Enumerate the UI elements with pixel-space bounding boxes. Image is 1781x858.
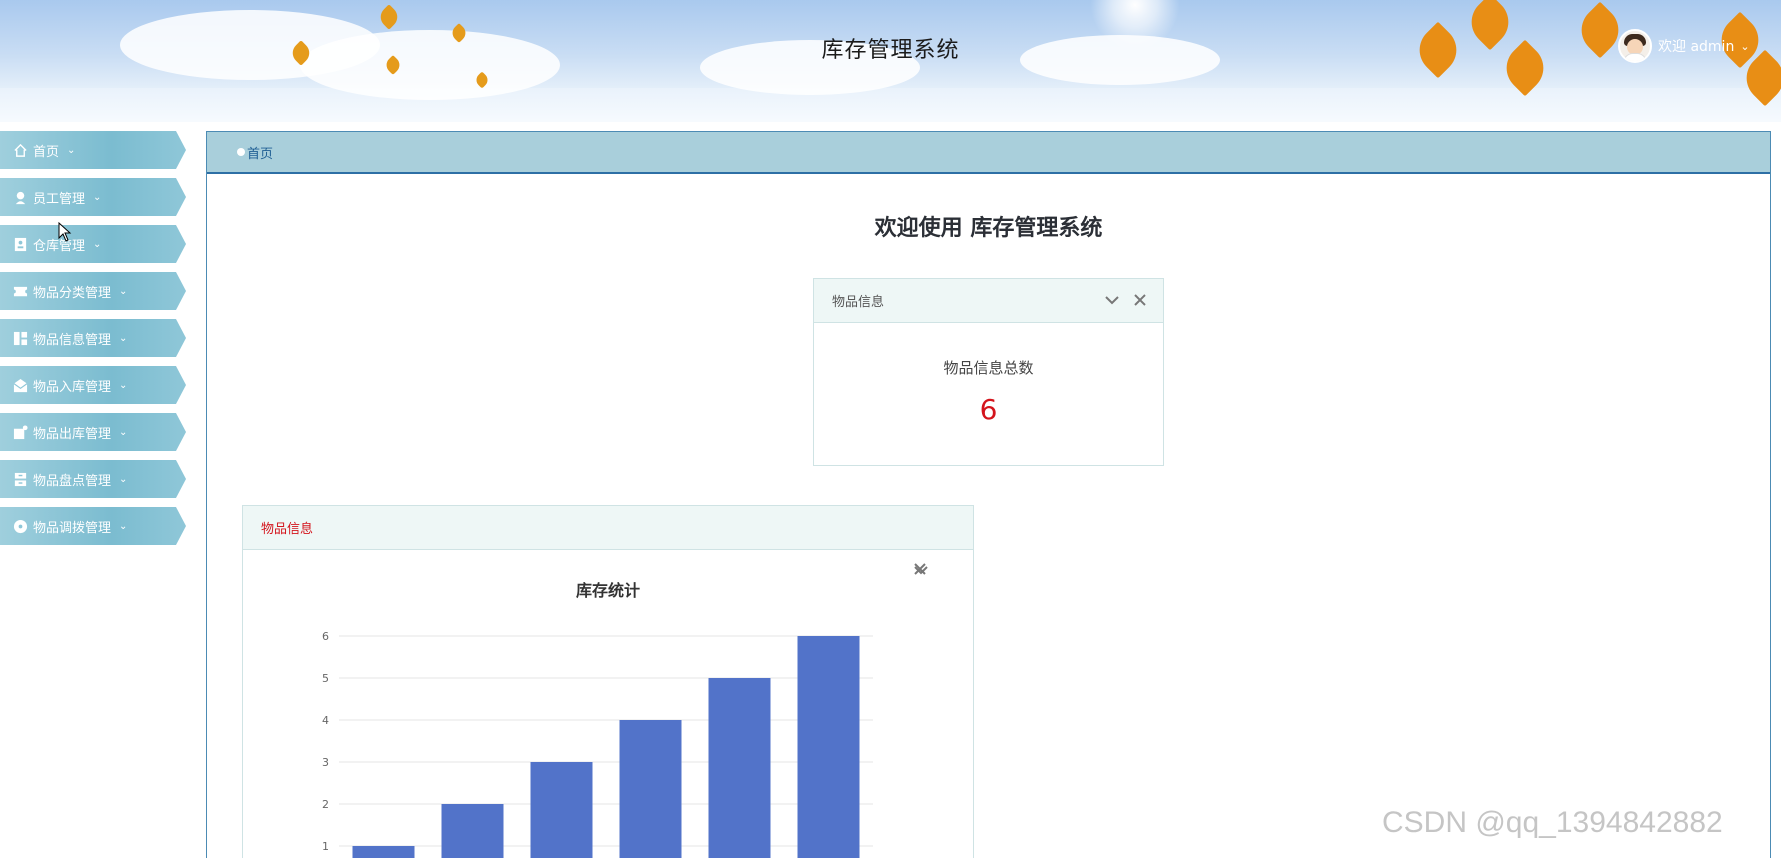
chevron-down-icon: ⌄	[119, 473, 128, 485]
mouse-cursor-icon	[58, 222, 72, 242]
user-menu[interactable]: 欢迎 admin ⌄	[1618, 28, 1750, 64]
card-header: 物品信息	[814, 279, 1163, 323]
chevron-down-icon: ⌄	[93, 191, 102, 203]
y-tick-label: 6	[322, 630, 329, 643]
home-icon	[12, 142, 28, 158]
breadcrumb: 首页	[207, 132, 1770, 174]
y-tick-label: 4	[322, 714, 329, 727]
sidebar-item-goods-info[interactable]: 物品信息管理 ⌄	[0, 319, 186, 357]
chart-bar[interactable]	[708, 678, 771, 858]
card-header: 物品信息	[243, 506, 973, 575]
sidebar-item-label: 物品分类管理	[33, 285, 112, 301]
y-tick-label: 2	[322, 798, 329, 811]
mail-icon	[12, 377, 28, 393]
count-label: 物品信息总数	[943, 359, 1034, 377]
chart-bar[interactable]	[797, 636, 860, 858]
sidebar-item-label: 物品出库管理	[33, 426, 112, 442]
card-title: 物品信息	[832, 295, 885, 310]
chevron-down-icon: ⌄	[67, 144, 76, 156]
bar-chart: 库存统计 1 2 3 4 5 6	[322, 581, 873, 858]
chart-bar[interactable]	[352, 846, 415, 858]
sidebar-item-label: 员工管理	[33, 191, 86, 207]
app-header: 库存管理系统 欢迎 admin ⌄	[0, 0, 1781, 122]
sidebar-item-label: 物品信息管理	[33, 332, 112, 348]
count-value: 6	[979, 393, 998, 426]
grid-icon	[12, 330, 28, 346]
chevron-down-icon: ⌄	[119, 520, 128, 532]
chevron-down-icon: ⌄	[119, 379, 128, 391]
stock-chart-card: 物品信息 库存统计 1 2 3 4 5 6	[242, 505, 974, 858]
sidebar-item-label: 物品调拨管理	[33, 520, 112, 536]
y-tick-label: 3	[322, 756, 329, 769]
ticket-icon	[12, 283, 28, 299]
leaf-decoration	[376, 4, 402, 30]
sidebar-item-inventory-check[interactable]: 物品盘点管理 ⌄	[0, 460, 186, 498]
bullet-icon	[237, 148, 245, 156]
folder-icon	[12, 424, 28, 440]
chart-bar[interactable]	[530, 762, 593, 858]
app-title: 库存管理系统	[821, 38, 960, 63]
avatar[interactable]	[1618, 29, 1652, 63]
close-icon[interactable]	[914, 518, 959, 575]
sidebar-item-staff[interactable]: 员工管理 ⌄	[0, 178, 186, 216]
sidebar-item-label: 物品入库管理	[33, 379, 112, 395]
sidebar-item-label: 首页	[33, 144, 60, 160]
sidebar-item-warehouse[interactable]: 仓库管理 ⌄	[0, 225, 186, 263]
sidebar-item-category[interactable]: 物品分类管理 ⌄	[0, 272, 186, 310]
cabinet-icon	[12, 471, 28, 487]
chart-title: 库存统计	[576, 581, 640, 600]
sidebar-item-transfer[interactable]: 物品调拨管理 ⌄	[0, 507, 186, 545]
sidebar-item-stock-out[interactable]: 物品出库管理 ⌄	[0, 413, 186, 451]
sidebar-item-home[interactable]: 首页 ⌄	[0, 131, 186, 169]
chevron-down-icon[interactable]	[913, 518, 931, 575]
chevron-down-icon: ⌄	[119, 426, 128, 438]
breadcrumb-home-link[interactable]: 首页	[247, 143, 273, 162]
chevron-down-icon[interactable]: ⌄	[1740, 40, 1749, 53]
y-tick-label: 5	[322, 672, 329, 685]
chevron-down-icon: ⌄	[119, 285, 128, 297]
close-icon[interactable]	[1131, 291, 1149, 309]
chart-bar[interactable]	[619, 720, 682, 858]
chevron-down-icon: ⌄	[93, 238, 102, 250]
disc-icon	[12, 518, 28, 534]
header-band	[0, 88, 1781, 122]
card-title: 物品信息	[261, 522, 314, 537]
user-icon	[12, 189, 28, 205]
watermark: CSDN @qq_1394842882	[1382, 806, 1723, 839]
sidebar-item-stock-in[interactable]: 物品入库管理 ⌄	[0, 366, 186, 404]
chevron-down-icon: ⌄	[119, 332, 128, 344]
y-tick-label: 1	[322, 840, 329, 853]
main-content: 首页 欢迎使用 库存管理系统 物品信息 物品信息总数 6 物品信息 库存统计 1…	[206, 131, 1771, 858]
goods-count-card: 物品信息 物品信息总数 6	[813, 278, 1164, 466]
chevron-down-icon[interactable]	[1103, 291, 1121, 309]
warehouse-icon	[12, 236, 28, 252]
chart-bar[interactable]	[441, 804, 504, 858]
sidebar-item-label: 物品盘点管理	[33, 473, 112, 489]
page-title: 欢迎使用 库存管理系统	[874, 216, 1103, 241]
welcome-user-label[interactable]: 欢迎 admin	[1658, 36, 1734, 56]
